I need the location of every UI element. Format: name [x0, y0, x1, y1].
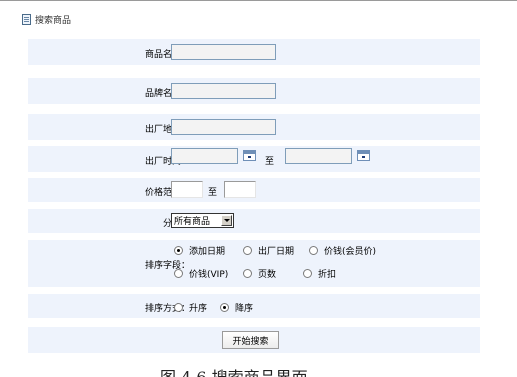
row-submit: 开始搜索: [28, 327, 480, 353]
search-button[interactable]: 开始搜索: [222, 331, 279, 349]
figure-caption: 图 4.6 搜索商品界面: [160, 364, 308, 377]
row-sort-order: 排序方式： 升序 降序: [28, 294, 480, 318]
category-selected-value: 所有商品: [174, 217, 211, 227]
row-price-range: 价格范围： 至: [28, 178, 480, 202]
document-icon: [22, 13, 31, 25]
chevron-down-icon[interactable]: [221, 215, 232, 226]
product-name-input[interactable]: [171, 44, 276, 60]
row-brand-name: 品牌名称：: [28, 78, 480, 104]
radio-button[interactable]: [303, 269, 312, 278]
factory-time-separator: 至: [265, 157, 275, 167]
calendar-icon[interactable]: [357, 150, 370, 161]
sort-field-option-added-date[interactable]: 添加日期: [174, 244, 225, 257]
factory-address-input[interactable]: [171, 119, 276, 135]
row-category: 分类： 所有商品: [28, 209, 480, 233]
price-max-input[interactable]: [224, 181, 256, 198]
radio-button[interactable]: [243, 246, 252, 255]
radio-button[interactable]: [243, 269, 252, 278]
sort-field-option-pages[interactable]: 页数: [243, 267, 276, 280]
row-factory-time: 出厂时间： 至: [28, 146, 480, 172]
sort-field-option-vip-price[interactable]: 价钱(VIP): [174, 267, 228, 280]
radio-button[interactable]: [309, 246, 318, 255]
price-range-separator: 至: [208, 188, 218, 198]
category-select[interactable]: 所有商品: [171, 213, 234, 228]
sort-field-option-factory-date[interactable]: 出厂日期: [243, 244, 294, 257]
factory-time-to-input[interactable]: [285, 148, 352, 164]
radio-button[interactable]: [174, 303, 183, 312]
sort-field-option-member-price[interactable]: 价钱(会员价): [309, 244, 376, 257]
sort-order-option-ascending[interactable]: 升序: [174, 301, 207, 314]
sort-order-option-descending[interactable]: 降序: [220, 301, 253, 314]
page-header: 搜索商品: [22, 13, 72, 26]
radio-button[interactable]: [220, 303, 229, 312]
radio-button[interactable]: [174, 246, 183, 255]
sort-field-option-discount[interactable]: 折扣: [303, 267, 336, 280]
calendar-icon[interactable]: [243, 150, 256, 161]
row-factory-address: 出厂地址：: [28, 114, 480, 140]
radio-button[interactable]: [174, 269, 183, 278]
row-sort-field: 排序字段： 添加日期 出厂日期 价钱(会员价) 价钱(VIP) 页数 折扣: [28, 240, 480, 287]
page-title: 搜索商品: [35, 15, 72, 26]
factory-time-from-input[interactable]: [171, 148, 238, 164]
price-min-input[interactable]: [171, 181, 203, 198]
row-product-name: 商品名称：: [28, 39, 480, 65]
brand-name-input[interactable]: [171, 83, 276, 99]
top-divider: [0, 0, 517, 1]
